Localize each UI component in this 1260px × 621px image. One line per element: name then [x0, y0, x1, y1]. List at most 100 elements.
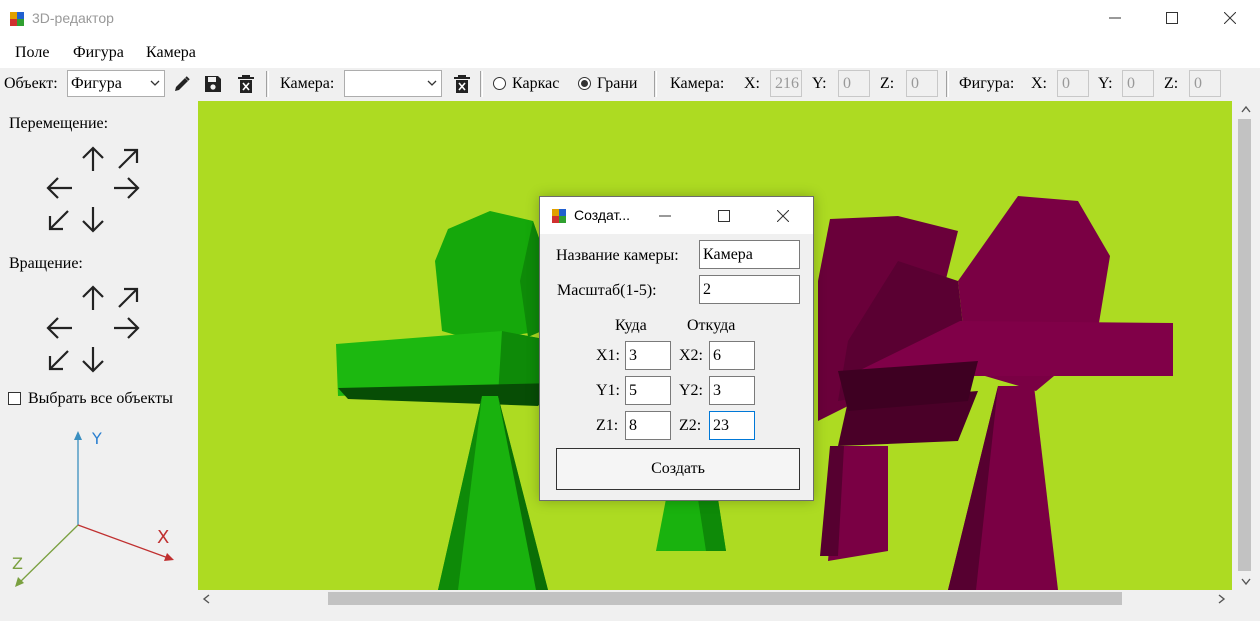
chevron-left-icon[interactable]	[202, 594, 210, 604]
menu-field[interactable]: Поле	[15, 44, 49, 62]
rotate-backward-button[interactable]	[44, 345, 74, 375]
toolbar-separator	[480, 71, 483, 97]
camera-name-field[interactable]: Камера	[699, 240, 800, 269]
horizontal-scroll-thumb[interactable]	[328, 592, 1122, 605]
minimize-icon[interactable]	[659, 210, 671, 222]
faces-radio[interactable]	[578, 77, 591, 90]
dialog-title-bar: Создат...	[540, 197, 813, 234]
vertical-scrollbar[interactable]	[1232, 101, 1260, 590]
to-header: Куда	[615, 317, 647, 334]
camera-x-label: X:	[744, 75, 760, 92]
chevron-down-icon[interactable]	[1241, 578, 1251, 586]
maximize-icon[interactable]	[718, 210, 730, 222]
toolbar-separator	[266, 71, 269, 97]
move-backward-button[interactable]	[44, 205, 74, 235]
maroon-figure	[818, 196, 1173, 590]
close-button[interactable]	[1201, 0, 1259, 36]
rotate-forward-button[interactable]	[113, 283, 143, 313]
create-camera-dialog: Создат... Название камеры: Камера Масшта…	[539, 196, 814, 501]
maximize-button[interactable]	[1143, 0, 1201, 36]
toolbar: Объект: Фигура Камера: Каркас Грани Каме…	[0, 68, 1260, 101]
y2-label: Y2:	[679, 382, 703, 399]
figure-z-field[interactable]: 0	[1189, 70, 1221, 97]
rotate-right-button[interactable]	[112, 313, 142, 343]
close-icon[interactable]	[777, 210, 789, 222]
camera-x-field[interactable]: 216	[770, 70, 802, 97]
delete-icon	[238, 75, 254, 93]
x-axis-label: X	[157, 527, 169, 548]
camera-name-label: Название камеры:	[556, 247, 679, 264]
y1-field[interactable]: 5	[625, 376, 671, 405]
x1-field[interactable]: 3	[625, 341, 671, 370]
camera-y-field[interactable]: 0	[838, 70, 870, 97]
menu-bar: Поле Фигура Камера	[0, 38, 1260, 68]
title-bar: 3D-редактор	[0, 0, 1260, 38]
app-icon	[10, 12, 24, 26]
arrow-down-left-icon	[48, 210, 69, 231]
menu-camera[interactable]: Камера	[146, 44, 196, 62]
y-axis-label: Y	[91, 429, 102, 448]
scale-label: Масштаб(1-5):	[557, 282, 657, 299]
minimize-button[interactable]	[1086, 0, 1144, 36]
chevron-down-icon	[427, 80, 437, 86]
menu-figure[interactable]: Фигура	[73, 44, 124, 62]
y2-field[interactable]: 3	[709, 376, 755, 405]
rotate-up-button[interactable]	[78, 283, 108, 313]
figure-y-label: Y:	[1098, 75, 1113, 92]
wireframe-radio[interactable]	[493, 77, 506, 90]
rotate-label: Вращение:	[9, 255, 83, 272]
camera-z-label: Z:	[880, 75, 895, 92]
move-forward-button[interactable]	[113, 144, 143, 174]
x2-field[interactable]: 6	[709, 341, 755, 370]
vertical-scroll-thumb[interactable]	[1238, 119, 1251, 571]
delete-icon	[454, 75, 470, 93]
move-down-button[interactable]	[78, 205, 108, 235]
arrow-right-icon	[114, 317, 140, 339]
z2-label: Z2:	[679, 417, 702, 434]
maximize-icon	[1166, 12, 1178, 24]
delete-figure-button[interactable]	[235, 73, 257, 95]
figure-x-field[interactable]: 0	[1057, 70, 1089, 97]
wireframe-label[interactable]: Каркас	[512, 75, 559, 93]
create-button[interactable]: Создать	[556, 448, 800, 490]
delete-camera-button[interactable]	[451, 73, 473, 95]
move-up-button[interactable]	[78, 144, 108, 174]
chevron-up-icon[interactable]	[1241, 105, 1251, 113]
toolbar-separator	[946, 71, 949, 97]
object-select[interactable]: Фигура	[67, 70, 165, 97]
move-label: Перемещение:	[9, 115, 109, 132]
camera-select[interactable]	[344, 70, 442, 97]
edit-figure-button[interactable]	[171, 73, 193, 95]
object-label: Объект:	[4, 75, 58, 92]
scale-field[interactable]: 2	[699, 275, 800, 304]
camera-select-label: Камера:	[280, 75, 335, 92]
arrow-left-icon	[46, 177, 72, 199]
z1-field[interactable]: 8	[625, 411, 671, 440]
select-all-label[interactable]: Выбрать все объекты	[28, 390, 173, 408]
chevron-right-icon[interactable]	[1218, 594, 1226, 604]
figure-y-field[interactable]: 0	[1122, 70, 1154, 97]
minimize-icon	[1109, 17, 1121, 19]
rotate-left-button[interactable]	[44, 313, 74, 343]
move-left-button[interactable]	[44, 173, 74, 203]
pencil-icon	[175, 76, 190, 91]
arrow-up-right-icon	[118, 287, 139, 308]
arrow-left-icon	[46, 317, 72, 339]
camera-z-field[interactable]: 0	[906, 70, 938, 97]
figure-coords-label: Фигура:	[959, 75, 1015, 92]
arrow-up-icon	[82, 285, 104, 310]
move-right-button[interactable]	[112, 173, 142, 203]
rotate-down-button[interactable]	[78, 345, 108, 375]
select-all-checkbox[interactable]	[8, 392, 21, 405]
horizontal-scrollbar[interactable]	[198, 590, 1232, 607]
arrow-up-icon	[82, 146, 104, 171]
x1-label: X1:	[596, 347, 620, 364]
save-button[interactable]	[202, 73, 224, 95]
close-icon	[1224, 12, 1236, 24]
app-icon	[552, 209, 566, 223]
object-select-value: Фигура	[71, 75, 122, 92]
z2-field[interactable]: 23	[709, 411, 755, 440]
y1-label: Y1:	[596, 382, 620, 399]
faces-label[interactable]: Грани	[597, 75, 637, 93]
z-axis-label: Z	[12, 554, 23, 573]
